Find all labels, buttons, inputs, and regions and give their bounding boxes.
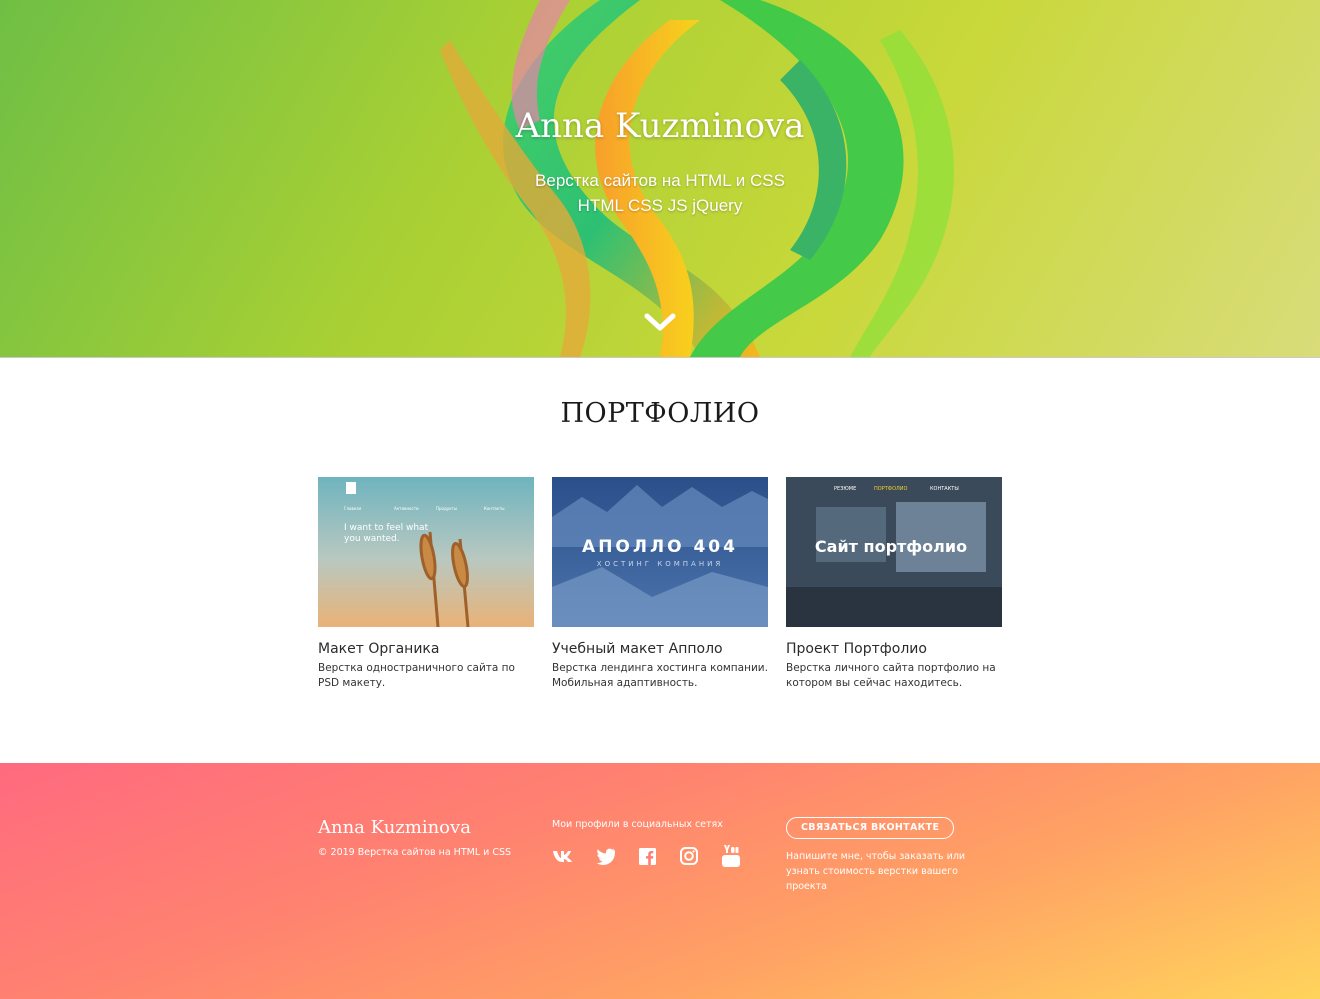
instagram-link[interactable] (678, 845, 700, 867)
social-heading: Мои профили в социальных сетях (552, 819, 723, 830)
hero-section: Anna Kuzminova Верстка сайтов на HTML и … (0, 0, 1320, 358)
contact-note: Напишите мне, чтобы заказать или узнать … (786, 851, 966, 892)
portfolio-nav-1: РЕЗЮМЕ (834, 486, 856, 492)
hero-subtitle: Верстка сайтов на HTML и CSS HTML CSS JS… (0, 168, 1320, 218)
organika-headline-1: I want to feel what (344, 523, 429, 533)
portfolio-thumbnail-organika[interactable]: Главная Активности Продукты Контакты I w… (318, 477, 534, 627)
contact-vk-button[interactable]: СВЯЗАТЬСЯ ВКОНТАКТЕ (786, 817, 955, 839)
footer-copyright: © 2019 Верстка сайтов на HTML и CSS (318, 847, 512, 858)
youtube-link[interactable] (720, 845, 742, 867)
footer: Anna Kuzminova © 2019 Верстка сайтов на … (0, 763, 1320, 999)
organika-nav-3: Продукты (436, 506, 457, 511)
portfolio-thumbnail-apollo[interactable]: АПОЛЛО 404 ХОСТИНГ КОМПАНИЯ (552, 477, 768, 627)
organika-headline-2: you wanted. (344, 534, 400, 544)
facebook-link[interactable] (636, 845, 658, 867)
apollo-subline: ХОСТИНГ КОМПАНИЯ (597, 560, 723, 568)
portfolio-thumbnail-portfolio[interactable]: РЕЗЮМЕ ПОРТФОЛИО КОНТАКТЫ Сайт портфолио (786, 477, 1002, 627)
hero-subtitle-line-1: Верстка сайтов на HTML и CSS (535, 171, 785, 190)
card-description: Верстка одностраничного сайта по PSD мак… (318, 662, 515, 689)
hero-subtitle-line-2: HTML CSS JS jQuery (577, 196, 743, 215)
instagram-icon (680, 847, 698, 865)
youtube-icon (722, 845, 740, 867)
portfolio-card-portfolio[interactable]: РЕЗЮМЕ ПОРТФОЛИО КОНТАКТЫ Сайт портфолио… (786, 477, 1002, 691)
scroll-down-button[interactable] (644, 308, 676, 336)
card-title: Учебный макет Апполо (552, 641, 723, 657)
footer-name: Anna Kuzminova (318, 817, 471, 838)
facebook-icon (638, 847, 656, 865)
vk-link[interactable] (552, 845, 574, 867)
portfolio-card-apollo[interactable]: АПОЛЛО 404 ХОСТИНГ КОМПАНИЯ Учебный маке… (552, 477, 768, 691)
card-title: Макет Органика (318, 641, 440, 657)
organika-nav-4: Контакты (484, 506, 505, 511)
portfolio-nav-3: КОНТАКТЫ (930, 486, 959, 492)
organika-nav-2: Активности (394, 506, 419, 511)
portfolio-card-organika[interactable]: Главная Активности Продукты Контакты I w… (318, 477, 534, 691)
twitter-link[interactable] (594, 845, 616, 867)
social-links (552, 845, 742, 869)
portfolio-headline: Сайт портфолио (815, 537, 967, 556)
card-description: Верстка лендинга хостинга компании. Моби… (552, 662, 768, 689)
organika-nav-1: Главная (344, 506, 362, 511)
card-description: Верстка личного сайта портфолио на котор… (786, 662, 996, 689)
portfolio-nav-2: ПОРТФОЛИО (874, 486, 908, 492)
card-title: Проект Портфолио (786, 641, 927, 657)
portfolio-heading: ПОРТФОЛИО (560, 398, 760, 429)
vk-icon (553, 851, 572, 862)
apollo-headline: АПОЛЛО 404 (582, 537, 738, 557)
chevron-down-icon (644, 313, 676, 331)
twitter-icon (596, 848, 615, 865)
hero-title: Anna Kuzminova (515, 106, 805, 146)
